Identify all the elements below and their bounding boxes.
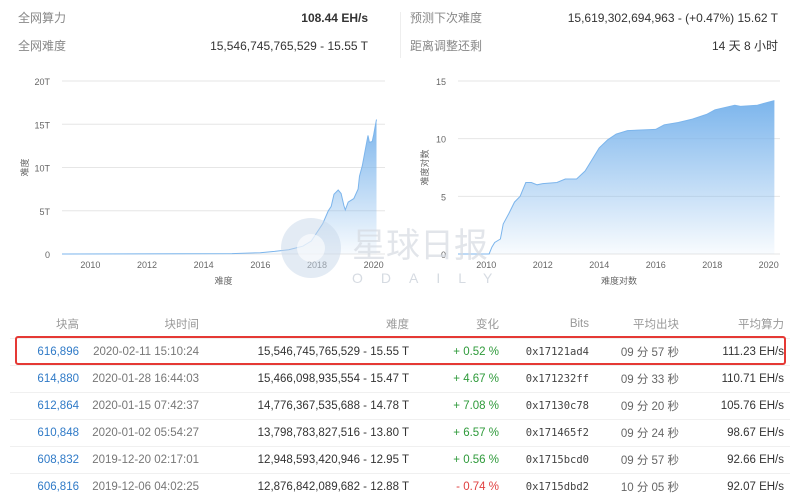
- y-axis-label: 难度: [19, 158, 30, 176]
- col-avg-block: 平均出块: [633, 318, 679, 331]
- log-difficulty-chart: 0510152010 2012 2014 2016 2018 2020难度对数难度对数: [419, 77, 780, 286]
- difficulty-table: 块高 块时间 难度 变化 Bits 平均出块 平均算力 616,896 2020-…: [10, 310, 790, 500]
- x-tick-label: 2014: [589, 260, 609, 270]
- y-axis-label: 难度对数: [419, 149, 430, 185]
- network-stats: 全网算力 108.44 EH/s 全网难度 15,546,745,765,529…: [0, 0, 800, 62]
- hashrate-value: 108.44 EH/s: [301, 11, 368, 25]
- x-tick-label: 2018: [307, 260, 327, 270]
- avg-hashrate: 98.67 EH/s: [685, 418, 790, 446]
- block-time: 2020-01-02 05:54:27: [85, 418, 205, 446]
- avg-hashrate: 110.71 EH/s: [685, 364, 790, 392]
- x-tick-label: 2012: [137, 260, 157, 270]
- time-to-adjust-label: 距离调整还剩: [410, 39, 483, 53]
- difficulty-label: 全网难度: [18, 39, 67, 53]
- bits: 0x17130c78: [505, 391, 595, 419]
- change: + 6.57 %: [415, 418, 505, 446]
- x-tick-label: 2014: [194, 260, 214, 270]
- block-height-link[interactable]: 616,896: [10, 337, 85, 365]
- block-time: 2019-12-20 02:17:01: [85, 445, 205, 473]
- change: + 7.08 %: [415, 391, 505, 419]
- bits: 0x171232ff: [505, 364, 595, 392]
- y-tick-label: 15T: [34, 120, 50, 130]
- avg-block-time: 09 分 33 秒: [595, 364, 685, 392]
- x-axis-label: 难度对数: [601, 275, 637, 286]
- block-height-link[interactable]: 606,816: [10, 472, 85, 500]
- block-height-link[interactable]: 608,832: [10, 445, 85, 473]
- x-tick-label: 2020: [759, 260, 779, 270]
- table-row[interactable]: 612,864 2020-01-15 07:42:37 14,776,367,535…: [10, 391, 790, 419]
- col-time: 块时间: [164, 318, 200, 331]
- avg-block-time: 09 分 57 秒: [595, 445, 685, 473]
- next-difficulty-label: 预测下次难度: [410, 11, 483, 25]
- series-area: [458, 100, 775, 254]
- block-time: 2020-01-28 16:44:03: [85, 364, 205, 392]
- change: + 0.52 %: [415, 337, 505, 365]
- block-height-link[interactable]: 612,864: [10, 391, 85, 419]
- avg-block-time: 10 分 05 秒: [595, 472, 685, 500]
- next-difficulty-value: 15,619,302,694,963 - (+0.47%) 15.62 T: [567, 11, 778, 25]
- change: + 0.56 %: [415, 445, 505, 473]
- avg-hashrate: 105.76 EH/s: [685, 391, 790, 419]
- divider: [400, 12, 401, 58]
- col-height: 块高: [56, 318, 79, 331]
- hashrate-label: 全网算力: [18, 11, 67, 25]
- block-height-link[interactable]: 610,848: [10, 418, 85, 446]
- y-tick-label: 5T: [39, 207, 50, 217]
- block-time: 2020-01-15 07:42:37: [85, 391, 205, 419]
- y-tick-label: 10T: [34, 164, 50, 174]
- y-tick-label: 5: [441, 192, 446, 202]
- block-height-link[interactable]: 614,880: [10, 364, 85, 392]
- table-row[interactable]: 606,816 2019-12-06 04:02:25 12,876,842,089…: [10, 472, 790, 500]
- avg-hashrate: 111.23 EH/s: [685, 337, 790, 365]
- avg-block-time: 09 分 20 秒: [595, 391, 685, 419]
- series-area: [62, 119, 377, 254]
- col-difficulty: 难度: [386, 318, 409, 331]
- change: + 4.67 %: [415, 364, 505, 392]
- difficulty: 12,948,593,420,946 - 12.95 T: [205, 445, 415, 473]
- bits: 0x1715bcd0: [505, 445, 595, 473]
- table-row[interactable]: 610,848 2020-01-02 05:54:27 13,798,783,827…: [10, 418, 790, 446]
- table-header: 块高 块时间 难度 变化 Bits 平均出块 平均算力: [10, 310, 790, 338]
- col-avg-hashrate: 平均算力: [738, 318, 784, 331]
- y-tick-label: 0: [45, 250, 50, 260]
- time-to-adjust-value: 14 天 8 小时: [711, 39, 778, 53]
- difficulty: 12,876,842,089,682 - 12.88 T: [205, 472, 415, 500]
- x-tick-label: 2016: [646, 260, 666, 270]
- avg-block-time: 09 分 57 秒: [595, 337, 685, 365]
- y-tick-label: 15: [436, 77, 446, 87]
- difficulty: 15,546,745,765,529 - 15.55 T: [205, 337, 415, 365]
- difficulty: 13,798,783,827,516 - 13.80 T: [205, 418, 415, 446]
- col-change: 变化: [476, 318, 499, 331]
- avg-block-time: 09 分 24 秒: [595, 418, 685, 446]
- difficulty: 15,466,098,935,554 - 15.47 T: [205, 364, 415, 392]
- table-row[interactable]: 616,896 2020-02-11 15:10:24 15,546,745,765…: [10, 337, 790, 365]
- table-row[interactable]: 608,832 2019-12-20 02:17:01 12,948,593,420…: [10, 445, 790, 473]
- difficulty-value: 15,546,745,765,529 - 15.55 T: [210, 39, 368, 53]
- avg-hashrate: 92.66 EH/s: [685, 445, 790, 473]
- block-time: 2020-02-11 15:10:24: [85, 337, 205, 365]
- x-tick-label: 2010: [476, 260, 496, 270]
- change: - 0.74 %: [415, 472, 505, 500]
- x-tick-label: 2016: [250, 260, 270, 270]
- table-row[interactable]: 614,880 2020-01-28 16:44:03 15,466,098,935…: [10, 364, 790, 392]
- difficulty: 14,776,367,535,688 - 14.78 T: [205, 391, 415, 419]
- x-tick-label: 2018: [702, 260, 722, 270]
- x-tick-label: 2012: [533, 260, 553, 270]
- bits: 0x171465f2: [505, 418, 595, 446]
- y-tick-label: 10: [436, 135, 446, 145]
- bits: 0x17121ad4: [505, 337, 595, 365]
- bits: 0x1715dbd2: [505, 472, 595, 500]
- col-bits: Bits: [569, 317, 589, 330]
- y-tick-label: 0: [441, 250, 446, 260]
- avg-hashrate: 92.07 EH/s: [685, 472, 790, 500]
- difficulty-chart: 05T10T15T20T2010 2012 2014 2016 2018 2020难度难度: [19, 77, 385, 286]
- x-axis-label: 难度: [214, 275, 232, 286]
- x-tick-label: 2020: [364, 260, 384, 270]
- block-time: 2019-12-06 04:02:25: [85, 472, 205, 500]
- y-tick-label: 20T: [34, 77, 50, 87]
- x-tick-label: 2010: [80, 260, 100, 270]
